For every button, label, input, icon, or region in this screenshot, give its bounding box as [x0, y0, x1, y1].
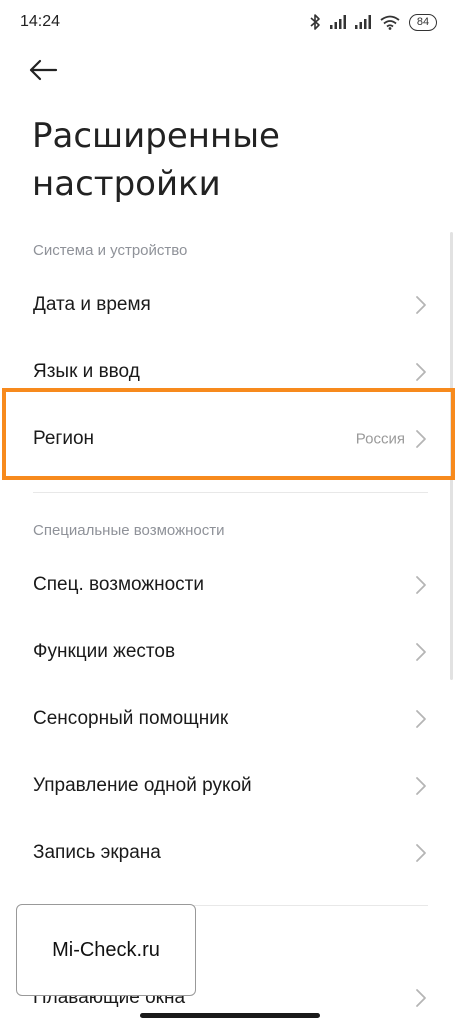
battery-icon: 84	[409, 13, 437, 31]
settings-item-label: Функции жестов	[33, 641, 176, 662]
chevron-right-icon	[414, 776, 428, 796]
back-button[interactable]	[28, 52, 68, 88]
section-divider	[33, 492, 428, 493]
settings-item-label: Дата и время	[33, 294, 151, 315]
settings-item-label: Запись экрана	[33, 842, 161, 863]
wifi-icon	[380, 15, 400, 30]
highlight-box	[2, 388, 455, 480]
section-header-system: Система и устройство	[33, 242, 188, 259]
chevron-right-icon	[414, 362, 428, 382]
status-bar: 14:24 84	[0, 0, 461, 46]
settings-item-gestures[interactable]: Функции жестов	[0, 624, 461, 680]
chevron-right-icon	[414, 295, 428, 315]
arrow-left-icon	[29, 59, 58, 81]
settings-item-one-handed[interactable]: Управление одной рукой	[0, 758, 461, 814]
home-indicator[interactable]	[140, 1013, 320, 1018]
settings-item-label: Спец. возможности	[33, 574, 204, 595]
chevron-right-icon	[414, 843, 428, 863]
settings-item-label: Сенсорный помощник	[33, 708, 229, 729]
watermark-text: Mi-Check.ru	[52, 938, 160, 961]
section-header-accessibility: Специальные возможности	[33, 522, 225, 539]
status-time: 14:24	[20, 13, 61, 30]
settings-item-quick-ball[interactable]: Сенсорный помощник	[0, 691, 461, 747]
bluetooth-icon	[310, 14, 320, 30]
settings-item-date-time[interactable]: Дата и время	[0, 277, 461, 333]
settings-item-screen-recorder[interactable]: Запись экрана	[0, 825, 461, 881]
chevron-right-icon	[414, 709, 428, 729]
chevron-right-icon	[414, 575, 428, 595]
status-icons: 84	[309, 13, 437, 31]
settings-item-accessibility[interactable]: Спец. возможности	[0, 557, 461, 613]
settings-item-label: Язык и ввод	[33, 361, 140, 382]
chevron-right-icon	[414, 988, 428, 1008]
signal-icon	[355, 15, 371, 29]
settings-item-label: Управление одной рукой	[33, 775, 252, 796]
watermark-label: Mi-Check.ru	[16, 904, 196, 996]
page-title-text: Расширенные настройки	[32, 116, 280, 204]
signal-icon	[330, 15, 346, 29]
chevron-right-icon	[414, 642, 428, 662]
page-title: Расширенные настройки	[32, 112, 332, 208]
